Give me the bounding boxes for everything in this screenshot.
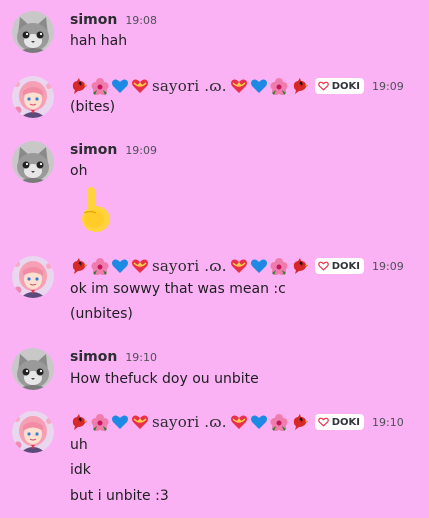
message-header: sayori .ɷ. DOKI 19:09 — [70, 256, 404, 276]
hibiscus-icon — [91, 77, 109, 95]
heart-with-ribbon-icon — [131, 77, 149, 95]
server-tag-label: DOKI — [331, 416, 361, 428]
heart-with-ribbon-icon — [230, 413, 248, 431]
message-text: oh — [70, 163, 88, 179]
avatar[interactable] — [12, 141, 54, 183]
cardinal-bird-icon — [70, 257, 88, 275]
message-group: simon 19:08 hah hah — [0, 0, 429, 70]
cardinal-bird-icon — [291, 77, 309, 95]
message-header: sayori .ɷ. DOKI 19:09 — [70, 76, 404, 96]
message-header: simon 19:08 — [70, 11, 157, 29]
message-text: but i unbite :3 — [70, 488, 169, 504]
cardinal-bird-icon — [291, 413, 309, 431]
username[interactable]: sayori .ɷ. — [152, 77, 227, 95]
message-header: simon 19:09 — [70, 141, 157, 159]
message-group: simon 19:10 How thefuck doy ou unbite — [0, 338, 429, 404]
message-text: idk — [70, 462, 91, 478]
message-text: (unbites) — [70, 306, 133, 322]
message-header: sayori .ɷ. DOKI 19:10 — [70, 412, 404, 432]
blue-heart-icon — [111, 77, 129, 95]
avatar[interactable] — [12, 348, 54, 390]
message-text: (bites) — [70, 99, 116, 115]
blue-heart-icon — [111, 413, 129, 431]
avatar[interactable] — [12, 256, 54, 298]
server-tag[interactable]: DOKI — [314, 414, 365, 430]
blue-heart-icon — [250, 257, 268, 275]
heart-with-ribbon-icon — [131, 413, 149, 431]
message-text: ok im sowwy that was mean :c — [70, 281, 286, 297]
username[interactable]: sayori .ɷ. — [152, 413, 227, 431]
heart-with-ribbon-icon — [230, 257, 248, 275]
username[interactable]: simon — [70, 142, 117, 158]
hibiscus-icon — [91, 413, 109, 431]
middle-finger-emoji[interactable] — [76, 185, 116, 233]
message-group: sayori .ɷ. DOKI 19:09 (bites) — [0, 70, 429, 134]
username[interactable]: simon — [70, 12, 117, 28]
heart-with-ribbon-icon — [131, 257, 149, 275]
blue-heart-icon — [250, 77, 268, 95]
username[interactable]: sayori .ɷ. — [152, 257, 227, 275]
cardinal-bird-icon — [70, 413, 88, 431]
avatar[interactable] — [12, 11, 54, 53]
timestamp: 19:10 — [372, 415, 404, 429]
message-text: uh — [70, 437, 88, 453]
heart-with-ribbon-icon — [230, 77, 248, 95]
message-group: simon 19:09 oh — [0, 134, 429, 244]
avatar[interactable] — [12, 76, 54, 118]
cardinal-bird-icon — [291, 257, 309, 275]
message-text: How thefuck doy ou unbite — [70, 371, 259, 387]
hibiscus-icon — [91, 257, 109, 275]
avatar[interactable] — [12, 411, 54, 453]
username[interactable]: simon — [70, 349, 117, 365]
heart-outline-icon — [317, 417, 329, 427]
server-tag[interactable]: DOKI — [314, 78, 365, 94]
heart-outline-icon — [317, 261, 329, 271]
timestamp: 19:09 — [125, 143, 158, 157]
message-group: sayori .ɷ. DOKI 19:09 ok im sowwy that w… — [0, 244, 429, 338]
server-tag-label: DOKI — [331, 80, 361, 92]
message-text: hah hah — [70, 33, 128, 49]
timestamp: 19:08 — [125, 13, 158, 27]
timestamp: 19:10 — [125, 350, 158, 364]
heart-outline-icon — [317, 81, 329, 91]
server-tag-label: DOKI — [331, 260, 361, 272]
message-header: simon 19:10 — [70, 348, 157, 366]
blue-heart-icon — [111, 257, 129, 275]
message-group: sayori .ɷ. DOKI 19:10 uh idk but i unbit… — [0, 404, 429, 518]
hibiscus-icon — [270, 257, 288, 275]
blue-heart-icon — [250, 413, 268, 431]
hibiscus-icon — [270, 413, 288, 431]
timestamp: 19:09 — [372, 79, 404, 93]
timestamp: 19:09 — [372, 259, 404, 273]
cardinal-bird-icon — [70, 77, 88, 95]
hibiscus-icon — [270, 77, 288, 95]
server-tag[interactable]: DOKI — [314, 258, 365, 274]
